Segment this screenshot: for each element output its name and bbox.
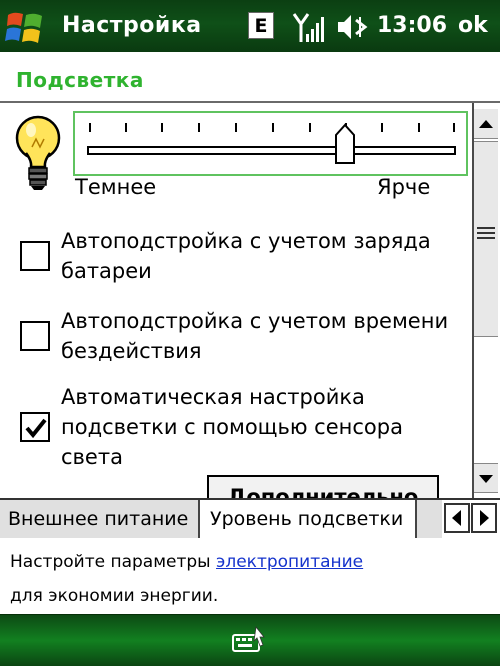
slider-tick [381, 123, 383, 132]
tab-scroll-right-button[interactable] [471, 503, 497, 533]
hint-text: Настройте параметры электропитание [10, 552, 363, 572]
option-label: Автоподстройка с учетом времени бездейст… [61, 309, 449, 363]
vertical-scrollbar[interactable] [472, 103, 498, 498]
title-bar: Настройка E 13:06 ok [0, 0, 500, 52]
slider-tick [418, 123, 420, 132]
brightness-slider[interactable] [73, 111, 468, 176]
network-type-badge[interactable]: E [248, 12, 274, 39]
page-title: Подсветка [16, 68, 144, 92]
ok-button[interactable]: ok [458, 13, 488, 38]
arrow-up-icon [479, 120, 493, 128]
scroll-thumb[interactable] [474, 141, 498, 337]
auto-idle-option[interactable]: Автоподстройка с учетом времени бездейст… [20, 306, 460, 368]
keyboard-input-icon[interactable] [230, 623, 268, 657]
tab-external-power[interactable]: Внешнее питание [0, 500, 200, 538]
auto-battery-option[interactable]: Автоподстройка с учетом заряда батареи [20, 226, 460, 288]
grip-line [477, 237, 495, 239]
light-bulb-icon [12, 113, 64, 191]
hint-text-continued: для экономии энергии. [10, 586, 219, 606]
advanced-button[interactable]: Дополнительно [207, 475, 439, 500]
speaker-muted-icon[interactable] [336, 11, 370, 43]
slider-max-label: Ярче [377, 175, 431, 199]
slider-tick [125, 123, 127, 132]
signal-strength-icon[interactable] [292, 10, 326, 44]
slider-tick [89, 123, 91, 132]
backlight-level-panel: Темнее Ярче Автоподстройка с учетом заря… [0, 103, 472, 500]
softkey-bar [0, 614, 500, 666]
slider-tick [235, 123, 237, 132]
checkbox[interactable] [20, 241, 50, 271]
tab-overflow [415, 500, 442, 538]
light-sensor-option[interactable]: Автоматическая настройка подсветки с пом… [20, 382, 460, 474]
tab-strip: Внешнее питание Уровень подсветки [0, 498, 500, 538]
tab-backlight-level[interactable]: Уровень подсветки [202, 500, 415, 538]
slider-tick [198, 123, 200, 132]
option-label: Автоматическая настройка подсветки с пом… [61, 385, 403, 469]
slider-tick [453, 123, 455, 132]
scroll-up-button[interactable] [474, 109, 498, 139]
hint-prefix: Настройте параметры [10, 552, 217, 572]
slider-min-label: Темнее [75, 175, 157, 199]
arrow-right-icon [480, 510, 489, 526]
scroll-down-button[interactable] [474, 463, 498, 493]
grip-line [477, 227, 495, 229]
power-settings-link[interactable]: электропитание [216, 552, 363, 572]
option-label: Автоподстройка с учетом заряда батареи [61, 229, 431, 283]
slider-track[interactable] [87, 146, 456, 155]
slider-tick [161, 123, 163, 132]
slider-tick [309, 123, 311, 132]
slider-tick [272, 123, 274, 132]
windows-start-icon[interactable] [4, 7, 46, 47]
tab-scroll-left-button[interactable] [444, 503, 470, 533]
arrow-left-icon [452, 510, 461, 526]
checkbox[interactable] [20, 412, 50, 442]
checkbox[interactable] [20, 321, 50, 351]
clock[interactable]: 13:06 [377, 13, 447, 38]
grip-line [477, 232, 495, 234]
app-title: Настройка [62, 13, 202, 38]
arrow-down-icon [479, 475, 493, 483]
slider-thumb[interactable] [334, 123, 356, 165]
